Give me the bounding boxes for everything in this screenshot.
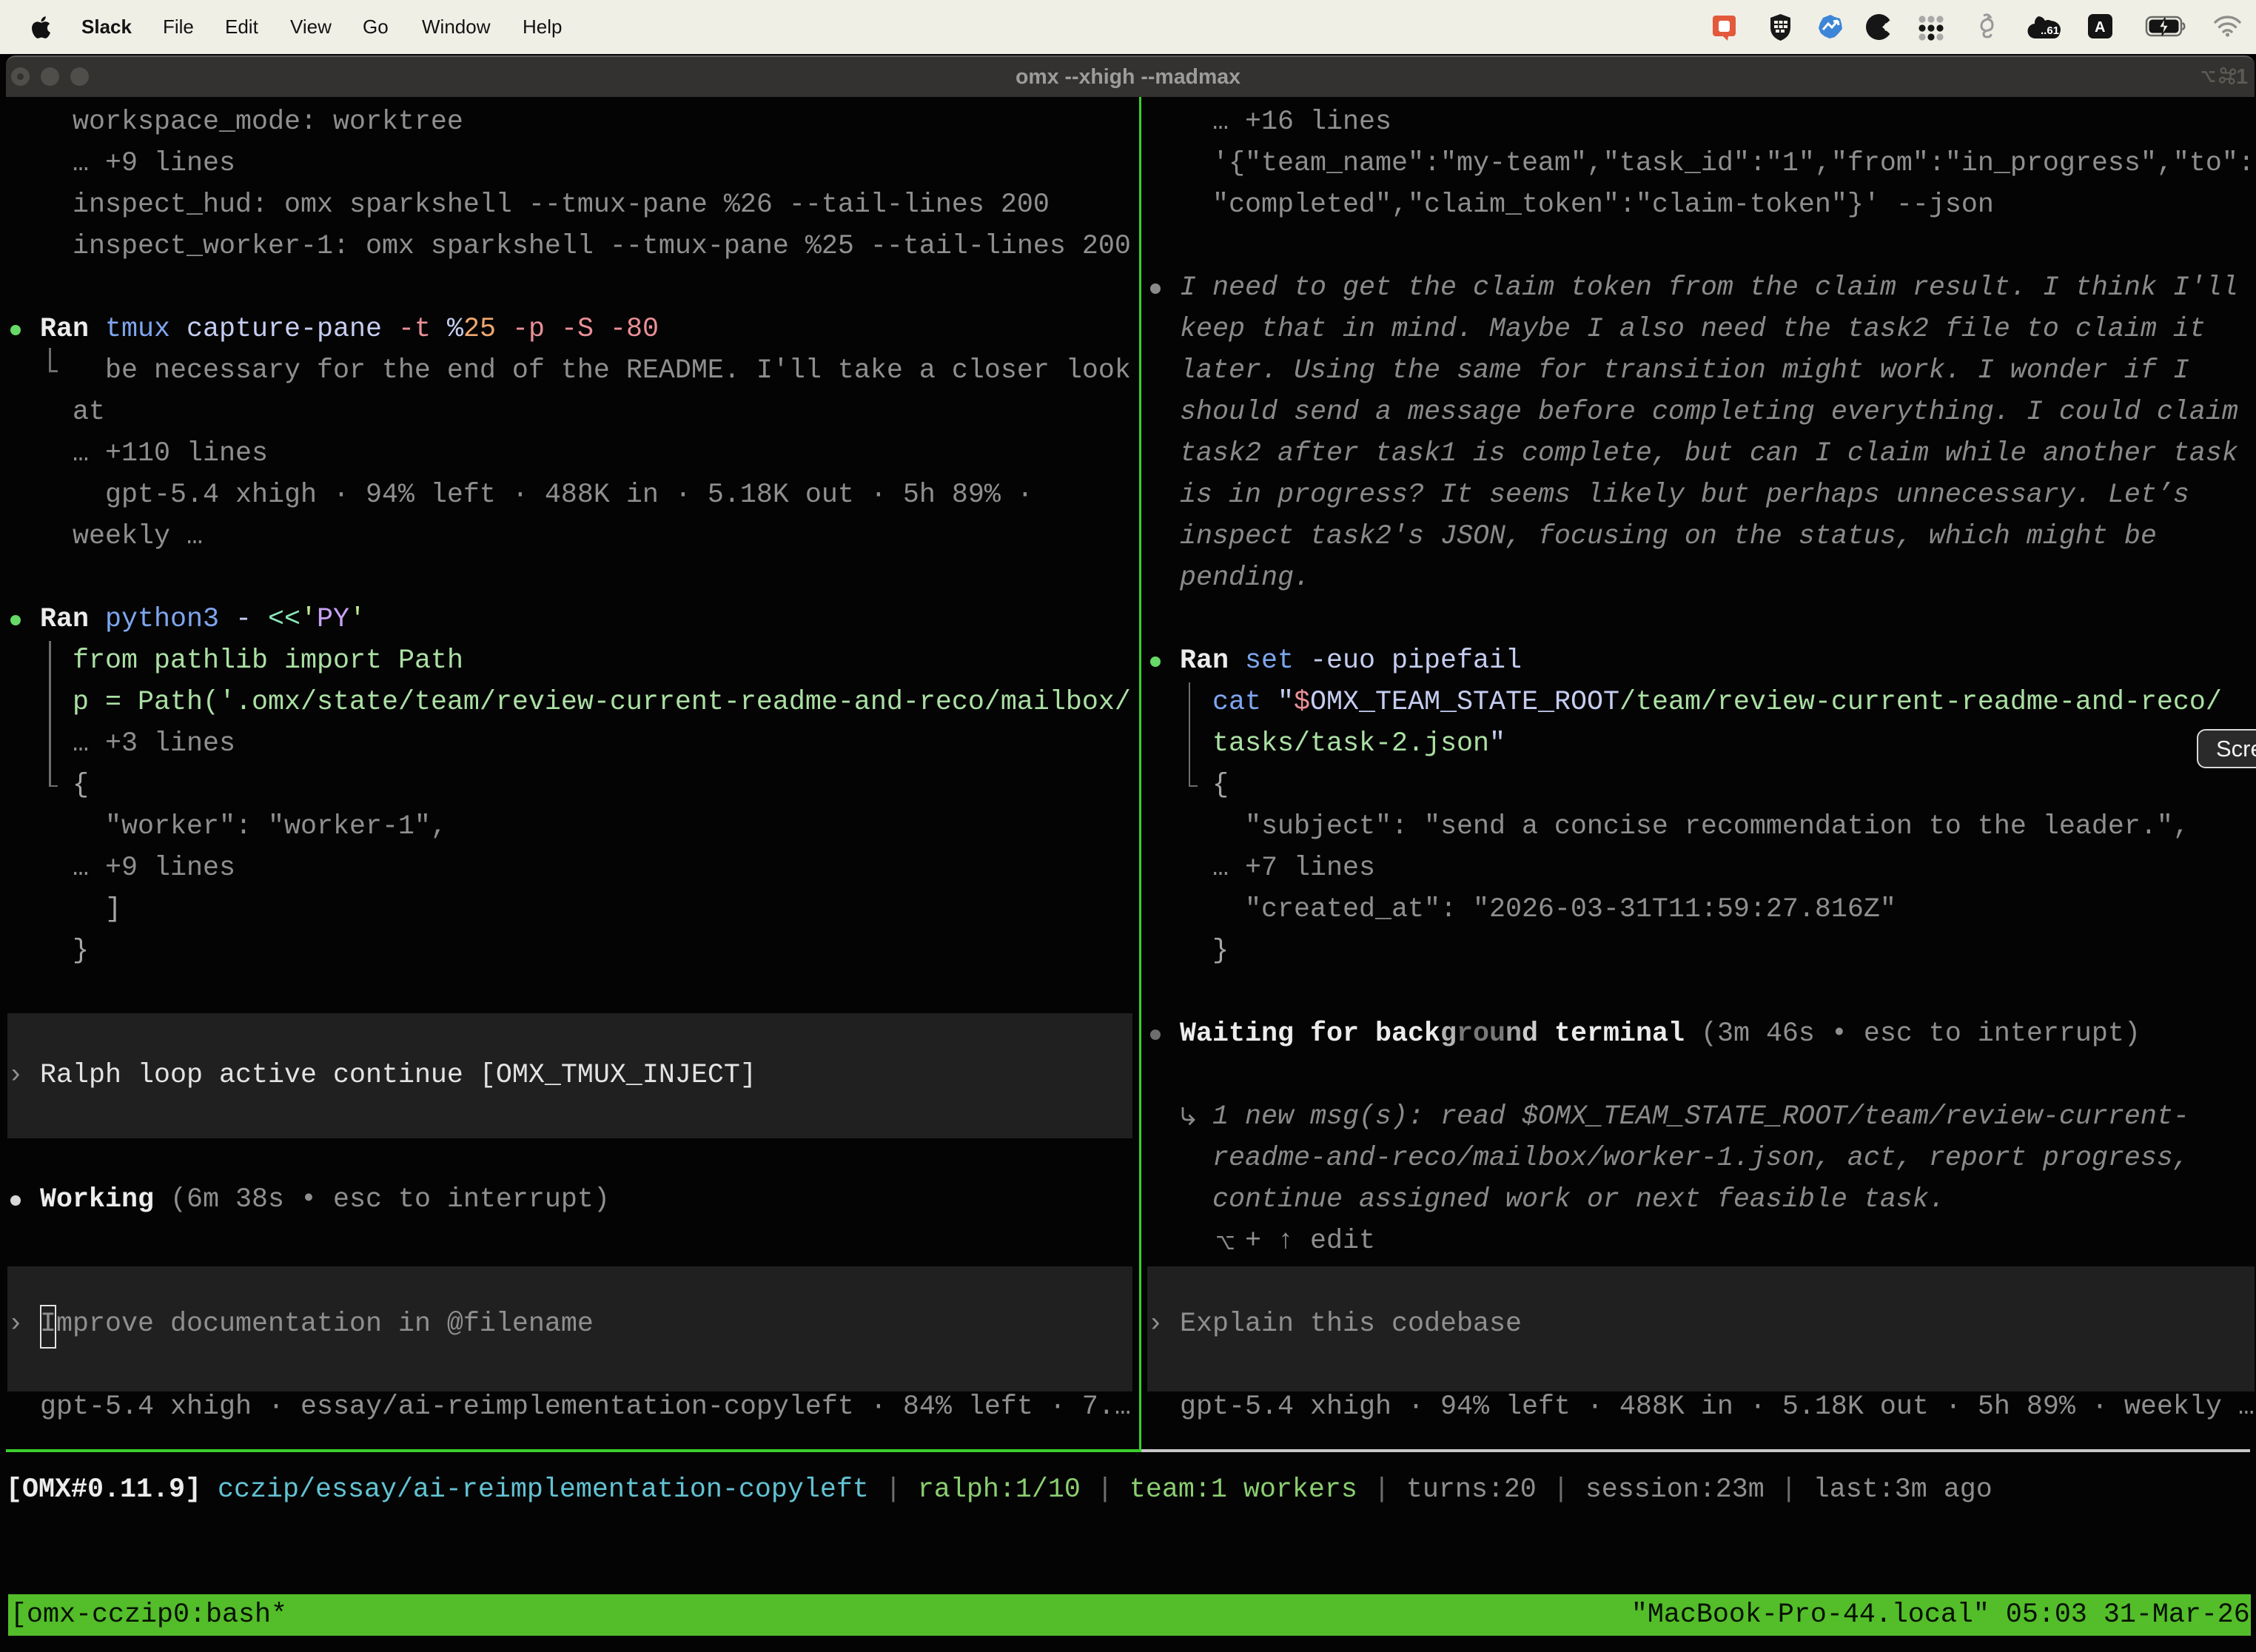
svg-text:..61: ..61 (2041, 24, 2059, 37)
svg-text:A: A (2095, 19, 2105, 36)
